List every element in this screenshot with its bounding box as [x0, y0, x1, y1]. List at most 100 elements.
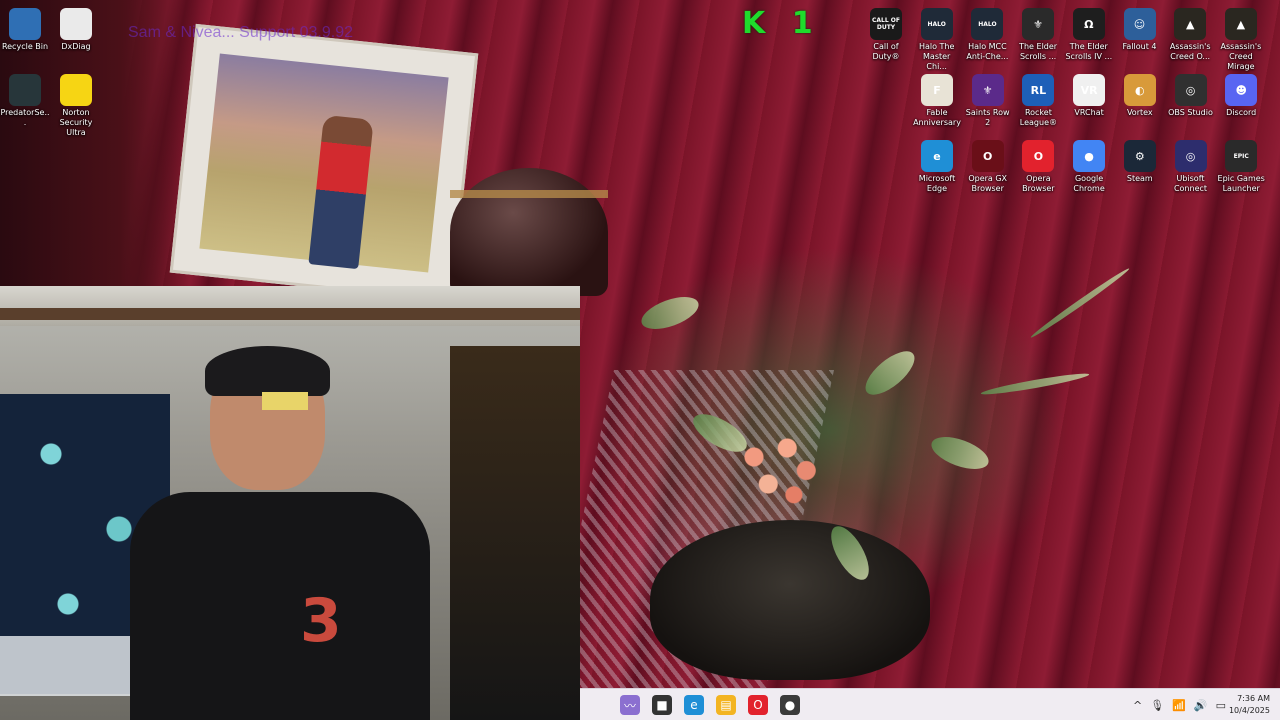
volume-icon[interactable]: 🔊: [1194, 699, 1208, 712]
desktop-icon-label: Discord: [1226, 108, 1257, 117]
app-swirl-icon[interactable]: 〰: [620, 695, 640, 715]
desktop-icon-label: Vortex: [1126, 108, 1153, 117]
predator-sense-icon: [9, 74, 41, 106]
tray-chevron-icon[interactable]: ^: [1133, 699, 1142, 712]
webcam-overlay: 3: [0, 286, 580, 720]
fable-icon: F: [921, 74, 953, 106]
desktop-icon-label: Halo The Master Chi...: [918, 42, 955, 71]
taskbar-clock[interactable]: 7:36 AM 10/4/2025: [1229, 693, 1270, 717]
desktop-icon-label: Recycle Bin: [1, 42, 49, 51]
desktop-icon-label: Epic Games Launcher: [1217, 174, 1265, 193]
saints-row-icon: ⚜: [971, 74, 1004, 106]
file-explorer-icon[interactable]: ▤: [716, 695, 736, 715]
desktop-icon-label: OBS Studio: [1168, 108, 1213, 117]
desktop-icon-document[interactable]: DxDiag: [51, 4, 101, 52]
halo-anticheat-icon: HALO: [971, 8, 1004, 40]
norton-icon: [60, 74, 92, 106]
desktop-icon-halo-mcc[interactable]: HALO Halo The Master Chi...: [912, 4, 962, 72]
desktop-icon-chrome[interactable]: ● Google Chrome: [1064, 136, 1114, 194]
wallpaper-plant-pot: [650, 520, 930, 680]
desktop-icon-steam[interactable]: ⚙ Steam: [1115, 136, 1165, 184]
chrome-icon: ●: [1073, 140, 1106, 172]
desktop-icon-assassins-creed-origins[interactable]: ▲ Assassin's Creed O...: [1165, 4, 1215, 62]
desktop-icon-opera[interactable]: O Opera Browser: [1013, 136, 1063, 194]
call-of-duty-icon: CALL OF DUTY: [870, 8, 902, 40]
webcam-person-jersey: [130, 492, 430, 720]
desktop-icon-label: Fallout 4: [1122, 42, 1157, 51]
opera-taskbar-icon[interactable]: O: [748, 695, 768, 715]
desktop-icon-fallout-4[interactable]: ☺ Fallout 4: [1115, 4, 1165, 52]
opera-gx-icon: O: [971, 140, 1004, 172]
desktop-icon-halo-anticheat[interactable]: HALO Halo MCC Anti-Che...: [962, 4, 1012, 62]
wallpaper-photo-frame: [169, 23, 479, 303]
steam-icon: ⚙: [1123, 140, 1156, 172]
desktop-icon-discord[interactable]: ☻ Discord: [1216, 70, 1266, 118]
ubisoft-connect-icon: ◎: [1174, 140, 1207, 172]
webcam-ceiling-beam: [0, 308, 580, 320]
desktop-icon-label: Opera Browser: [1022, 174, 1055, 193]
wallpaper-urn: [450, 168, 608, 296]
vrchat-icon: VR: [1073, 74, 1106, 106]
desktop-icon-label: Fable Anniversary: [913, 108, 961, 127]
rocket-league-icon: RL: [1022, 74, 1055, 106]
desktop-icon-fable[interactable]: F Fable Anniversary: [912, 70, 962, 128]
edge-taskbar-icon[interactable]: e: [684, 695, 704, 715]
webcam-person-cap: [205, 346, 330, 396]
desktop-icon-recycle-bin[interactable]: Recycle Bin: [0, 4, 50, 52]
taskbar: 〰 ■ e ▤ O ● ^ 🎙 📶 🔊 ▭ 7:36 AM 10/4/2025: [580, 688, 1280, 720]
elder-scrolls-oblivion-icon: Ω: [1072, 8, 1105, 40]
assassins-creed-mirage-icon: ▲: [1224, 8, 1257, 40]
desktop-icon-elder-scrolls-skyrim[interactable]: ⚜ The Elder Scrolls ...: [1013, 4, 1063, 62]
desktop-icon-epic-games[interactable]: EPIC Epic Games Launcher: [1216, 136, 1266, 194]
webcam-tapestry-right: [450, 346, 580, 720]
wallpaper-flowers: [735, 430, 830, 520]
desktop-icon-label: Halo MCC Anti-Che...: [966, 42, 1009, 61]
desktop-icon-vrchat[interactable]: VR VRChat: [1064, 70, 1114, 118]
desktop-icon-label: Microsoft Edge: [918, 174, 956, 193]
desktop-icon-ubisoft-connect[interactable]: ◎ Ubisoft Connect: [1166, 136, 1216, 194]
desktop-icon-label: Norton Security Ultra: [59, 108, 93, 137]
battery-icon[interactable]: ▭: [1216, 699, 1226, 712]
wallpaper-leaf: [637, 290, 703, 336]
terminal-icon[interactable]: ■: [652, 695, 672, 715]
wallpaper-framed-person: [308, 114, 374, 270]
desktop-icon-label: Google Chrome: [1073, 174, 1105, 193]
watermark-text: Sam & Nivea... Support 03.9.92: [128, 24, 354, 41]
desktop-icon-label: Saints Row 2: [965, 108, 1010, 127]
document-icon: [60, 8, 92, 40]
elder-scrolls-skyrim-icon: ⚜: [1022, 8, 1055, 40]
desktop-icon-label: Assassin's Creed O...: [1169, 42, 1211, 61]
desktop-icon-label: Opera GX Browser: [968, 174, 1008, 193]
assassins-creed-origins-icon: ▲: [1174, 8, 1207, 40]
discord-icon: ☻: [1225, 74, 1258, 106]
halo-mcc-icon: HALO: [920, 8, 953, 40]
desktop-icon-predator-sense[interactable]: PredatorSe...: [0, 70, 50, 128]
desktop-icon-rocket-league[interactable]: RL Rocket League®: [1013, 70, 1063, 128]
recorder-taskbar-icon[interactable]: ●: [780, 695, 800, 715]
desktop-icon-opera-gx[interactable]: O Opera GX Browser: [963, 136, 1013, 194]
wifi-icon[interactable]: 📶: [1172, 699, 1186, 712]
desktop-icon-label: Call of Duty®: [872, 42, 900, 61]
epic-games-icon: EPIC: [1225, 140, 1258, 172]
desktop-icon-label: VRChat: [1074, 108, 1104, 117]
webcam-cap-tag: [262, 392, 308, 410]
microphone-icon[interactable]: 🎙: [1150, 699, 1164, 712]
webcam-jersey-number: 3: [300, 586, 342, 656]
desktop-icon-obs-studio[interactable]: ◎ OBS Studio: [1166, 70, 1216, 118]
wallpaper-leaf: [858, 343, 922, 403]
obs-studio-icon: ◎: [1174, 74, 1207, 106]
desktop-icon-label: The Elder Scrolls IV ...: [1065, 42, 1113, 61]
watermark-logo: K 1: [742, 6, 821, 41]
desktop-icon-assassins-creed-mirage[interactable]: ▲ Assassin's Creed Mirage: [1216, 4, 1266, 72]
taskbar-pinned-apps: 〰 ■ e ▤ O ●: [620, 689, 800, 720]
desktop-icon-edge[interactable]: e Microsoft Edge: [912, 136, 962, 194]
desktop-icon-vortex[interactable]: ◐ Vortex: [1115, 70, 1165, 118]
desktop-icon-label: Steam: [1126, 174, 1153, 183]
desktop-icon-label: The Elder Scrolls ...: [1019, 42, 1058, 61]
desktop-icon-elder-scrolls-oblivion[interactable]: Ω The Elder Scrolls IV ...: [1064, 4, 1114, 62]
desktop-icon-saints-row[interactable]: ⚜ Saints Row 2: [963, 70, 1013, 128]
desktop-icon-norton[interactable]: Norton Security Ultra: [51, 70, 101, 138]
opera-icon: O: [1022, 140, 1055, 172]
webcam-ceiling: [0, 286, 580, 326]
desktop-icon-call-of-duty[interactable]: CALL OF DUTY Call of Duty®: [861, 4, 911, 62]
